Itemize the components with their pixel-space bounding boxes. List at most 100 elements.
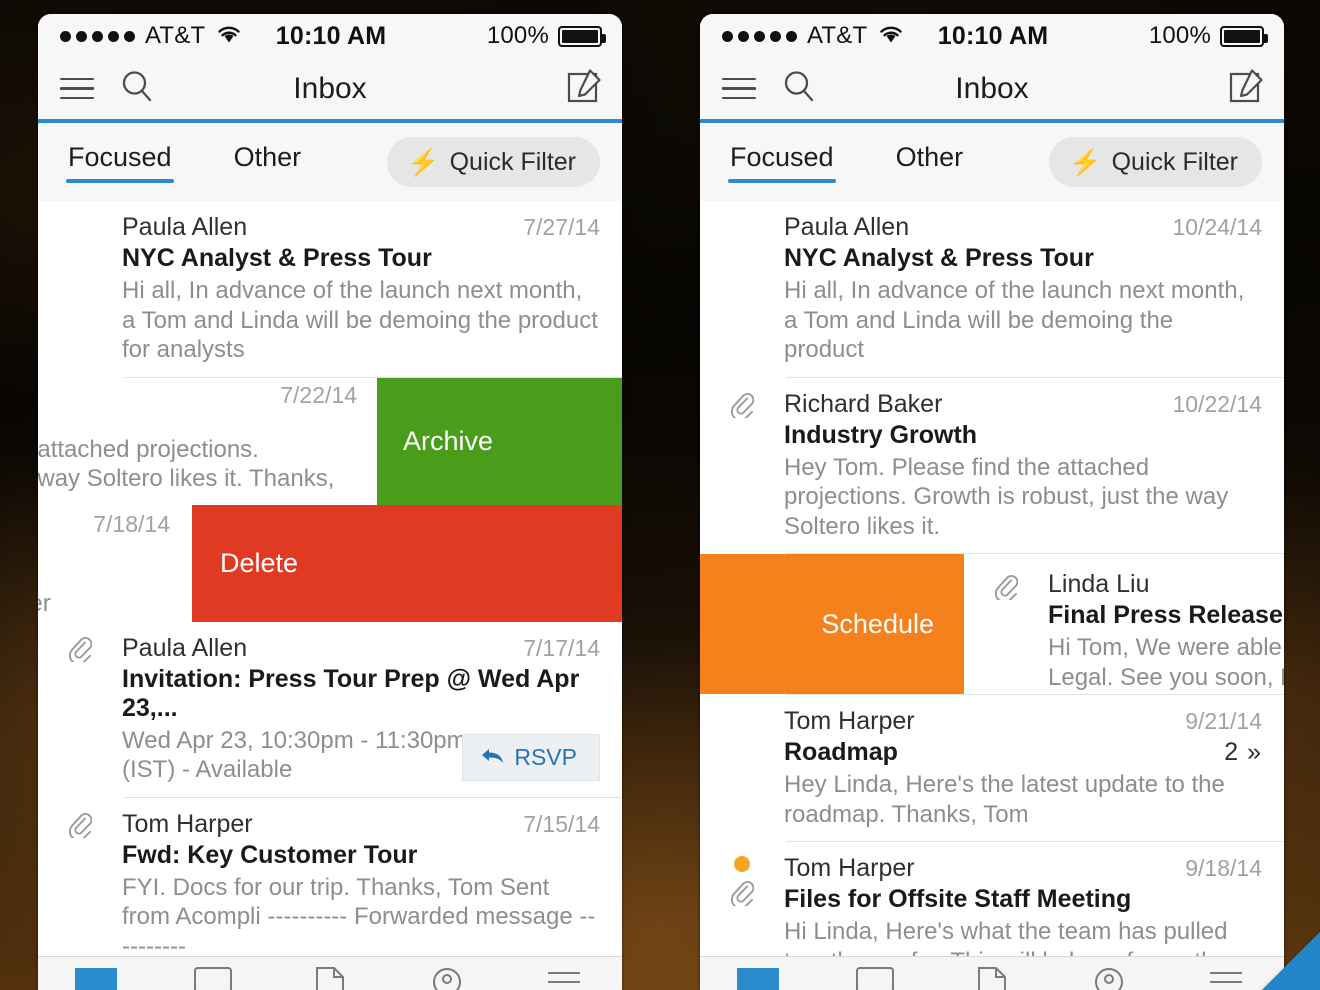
row-subject: Roadmap 2 »	[784, 738, 1262, 767]
row-date: 10/22/14	[1172, 390, 1262, 417]
battery-full-icon	[558, 25, 607, 47]
carrier-label: AT&T	[145, 22, 206, 49]
row-preview: Hi Tom, We were able to g Legal. See you…	[1048, 634, 1284, 691]
files-tab-icon[interactable]	[934, 967, 1051, 990]
unread-dot-icon	[734, 856, 750, 873]
row-date: 7/18/14	[93, 510, 170, 537]
people-tab-icon[interactable]	[1050, 967, 1167, 990]
row-preview: Hi all, In advance of the launch next mo…	[784, 277, 1245, 364]
tab-focused[interactable]: Focused	[728, 142, 836, 183]
status-time: 10:10 AM	[275, 21, 387, 50]
signal-strength-icon	[60, 30, 135, 42]
table-row[interactable]: Tom Harper 7/15/14 Fwd: Key Customer Tou…	[38, 797, 622, 974]
calendar-tab-icon[interactable]	[817, 967, 934, 990]
row-gutter	[38, 622, 122, 797]
swipe-action-delete[interactable]: Delete	[192, 504, 622, 622]
table-row-swiped-archive[interactable]: 7/22/14 he attached projections. he way …	[38, 377, 622, 505]
row-subject: Invitation: Press Tour Prep @ Wed Apr 23…	[122, 664, 580, 722]
row-subject: NYC Analyst & Press Tour	[784, 244, 1094, 272]
hamburger-menu-icon[interactable]	[60, 77, 94, 100]
table-row[interactable]: Paula Allen 7/17/14 Invitation: Press To…	[38, 621, 622, 797]
sender-name: Tom Harper	[122, 809, 253, 838]
tab-other[interactable]: Other	[234, 142, 302, 183]
row-subject: Files for Offsite Staff Meeting	[784, 885, 1132, 914]
reply-arrow-icon	[481, 744, 505, 771]
people-tab-icon[interactable]	[388, 967, 505, 990]
attachment-clip-icon	[730, 392, 755, 423]
mail-list-left[interactable]: Paula Allen 7/27/14 NYC Analyst & Press …	[38, 201, 622, 990]
sender-name: Linda Liu	[1048, 570, 1150, 599]
row-gutter	[38, 798, 122, 974]
carrier-label: AT&T	[807, 22, 868, 49]
status-bar-left: AT&T 10:10 AM 100%	[38, 14, 622, 58]
swipe-action-schedule[interactable]: Schedule	[700, 554, 964, 695]
filter-bar-left: Focused Other ⚡ Quick Filter	[38, 123, 622, 201]
quick-filter-label: Quick Filter	[1111, 147, 1238, 176]
row-date: 9/21/14	[1185, 708, 1262, 735]
row-gutter	[964, 554, 1048, 694]
table-row-swiped-schedule[interactable]: Schedule Linda Liu Final Press Release H…	[700, 554, 1284, 695]
row-date: 7/17/14	[523, 634, 600, 661]
rsvp-label: RSVP	[514, 743, 577, 770]
tab-other[interactable]: Other	[896, 142, 964, 183]
row-subject: NYC Analyst & Press Tour	[122, 244, 432, 272]
delete-label: Delete	[220, 547, 299, 578]
row-date: 7/15/14	[523, 810, 600, 837]
row-gutter	[700, 695, 784, 841]
row-gutter	[38, 201, 122, 377]
rsvp-button[interactable]: RSVP	[462, 733, 600, 781]
table-row[interactable]: Tom Harper 9/21/14 Roadmap 2 » Hey Linda…	[700, 695, 1284, 842]
sender-name: Paula Allen	[784, 213, 910, 241]
files-tab-icon[interactable]	[272, 967, 389, 990]
row-date: 9/18/14	[1185, 855, 1262, 882]
attachment-clip-icon	[730, 880, 755, 911]
thread-count-badge[interactable]: 2 »	[1224, 738, 1262, 767]
quick-filter-button[interactable]: ⚡ Quick Filter	[387, 137, 600, 187]
subject-text: Roadmap	[784, 738, 898, 767]
sender-name: Tom Harper	[784, 707, 915, 736]
quick-filter-button[interactable]: ⚡ Quick Filter	[1049, 137, 1262, 187]
compose-icon[interactable]	[1228, 68, 1264, 109]
battery-percent-label: 100%	[486, 22, 550, 49]
tab-focused[interactable]: Focused	[66, 142, 174, 183]
search-icon[interactable]	[782, 69, 816, 108]
row-date: 7/27/14	[523, 214, 600, 240]
search-icon[interactable]	[120, 69, 154, 108]
mail-tab-icon[interactable]	[38, 967, 155, 990]
attachment-clip-icon	[994, 574, 1019, 605]
mail-tab-icon[interactable]	[700, 967, 817, 990]
mail-list-right[interactable]: Paula Allen 10/24/14 NYC Analyst & Press…	[700, 201, 1284, 990]
row-preview: Hey Linda, Here's the latest update to t…	[784, 771, 1225, 828]
filter-bar-right: Focused Other ⚡ Quick Filter	[700, 123, 1284, 201]
swipe-action-archive[interactable]: Archive	[377, 377, 622, 505]
table-row-swiped-delete[interactable]: 7/18/14 t on uarter Delete	[38, 504, 622, 622]
table-row[interactable]: Richard Baker 10/22/14 Industry Growth H…	[700, 377, 1284, 554]
compose-icon[interactable]	[566, 68, 602, 109]
hamburger-menu-icon[interactable]	[722, 77, 756, 100]
status-time: 10:10 AM	[937, 21, 1049, 50]
row-preview: FYI. Docs for our trip. Thanks, Tom Sent…	[122, 873, 596, 960]
signal-strength-icon	[722, 30, 797, 42]
table-row[interactable]: Paula Allen 7/27/14 NYC Analyst & Press …	[38, 201, 622, 377]
phone-right: AT&T 10:10 AM 100% Inbox Focused Other ⚡…	[700, 14, 1284, 990]
row-preview: Hey Tom. Please find the attached projec…	[784, 453, 1229, 540]
table-row[interactable]: Paula Allen 10/24/14 NYC Analyst & Press…	[700, 201, 1284, 377]
wifi-icon	[878, 22, 904, 51]
bottom-tab-bar-right[interactable]	[700, 956, 1284, 990]
row-preview: Hi all, In advance of the launch next mo…	[122, 277, 598, 364]
sender-name: Richard Baker	[784, 389, 943, 418]
sender-name: Paula Allen	[122, 213, 248, 241]
settings-tab-icon[interactable]	[505, 967, 622, 990]
row-subject: Fwd: Key Customer Tour	[122, 840, 418, 869]
quick-filter-label: Quick Filter	[449, 147, 576, 176]
attachment-clip-icon	[68, 812, 93, 843]
schedule-label: Schedule	[821, 608, 934, 639]
row-subject: Industry Growth	[784, 420, 978, 449]
calendar-tab-icon[interactable]	[155, 967, 272, 990]
status-bar-right: AT&T 10:10 AM 100%	[700, 14, 1284, 58]
bottom-tab-bar-left[interactable]	[38, 956, 622, 990]
row-gutter	[700, 201, 784, 377]
row-subject: Final Press Release	[1048, 601, 1283, 630]
lightning-bolt-icon: ⚡	[1069, 147, 1102, 177]
battery-full-icon	[1220, 25, 1269, 47]
